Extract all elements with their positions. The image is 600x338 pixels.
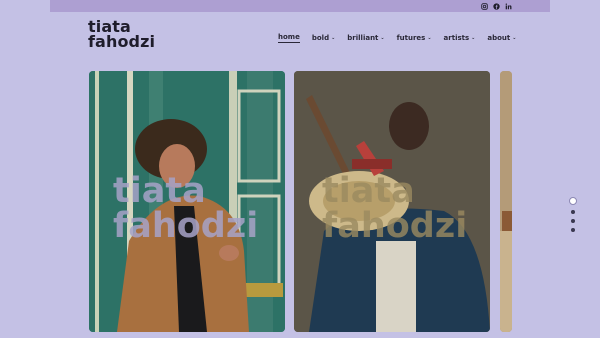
carousel-slide-3[interactable] [500, 71, 512, 332]
nav-item-home[interactable]: home [278, 33, 300, 43]
site-logo[interactable]: tiata fahodzi [88, 19, 156, 51]
nav-item-futures[interactable]: futures ⌄ [397, 33, 432, 43]
nav-label: about [487, 34, 511, 42]
slide-2-watermark: tiata fahodzi [322, 174, 467, 244]
carousel-slide-1[interactable]: tiata fahodzi [89, 71, 285, 332]
watermark-line-1: tiata [113, 171, 206, 211]
nav-item-brilliant[interactable]: brilliant ⌄ [347, 33, 384, 43]
logo-line-2: fahodzi [88, 32, 156, 51]
nav-label: home [278, 33, 300, 41]
nav-item-bold[interactable]: bold ⌄ [312, 33, 335, 43]
chevron-down-icon: ⌄ [471, 34, 476, 41]
social-bar [50, 0, 550, 12]
facebook-icon[interactable] [493, 2, 500, 10]
nav-item-about[interactable]: about ⌄ [487, 33, 516, 43]
chevron-down-icon: ⌄ [427, 34, 432, 41]
chevron-down-icon: ⌄ [512, 34, 517, 41]
pagination-dot-4[interactable] [571, 228, 575, 232]
pagination-dot-3[interactable] [571, 219, 575, 223]
chevron-down-icon: ⌄ [331, 34, 336, 41]
carousel-slide-2[interactable]: tiata fahodzi [294, 71, 490, 332]
linkedin-icon[interactable] [505, 2, 512, 10]
nav-label: bold [311, 34, 330, 42]
slide-1-watermark: tiata fahodzi [113, 174, 258, 244]
watermark-line-2: fahodzi [322, 206, 468, 246]
chevron-down-icon: ⌄ [380, 34, 385, 41]
watermark-line-1: tiata [322, 171, 415, 211]
nav-item-artists[interactable]: artists ⌄ [444, 33, 476, 43]
instagram-icon[interactable] [481, 2, 488, 10]
pagination-dot-2[interactable] [571, 210, 575, 214]
watermark-line-2: fahodzi [113, 206, 259, 246]
pagination-dot-1[interactable] [569, 197, 577, 205]
slide-3-photo [500, 71, 512, 332]
slide-2-overlay: tiata fahodzi [294, 71, 490, 332]
nav-label: futures [396, 34, 426, 42]
slide-1-overlay: tiata fahodzi [89, 71, 285, 332]
nav-label: brilliant [347, 34, 379, 42]
main-nav: home bold ⌄ brilliant ⌄ futures ⌄ artists ⌄ … [278, 33, 516, 43]
nav-label: artists [443, 34, 470, 42]
carousel-pagination [569, 197, 577, 232]
